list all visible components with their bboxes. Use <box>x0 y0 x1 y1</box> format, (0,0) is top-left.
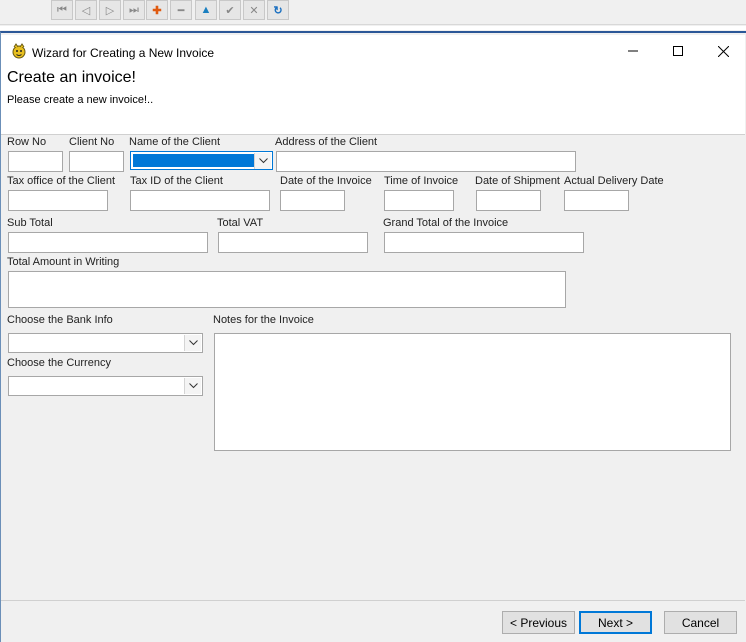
grand-total-label: Grand Total of the Invoice <box>383 217 509 229</box>
title-bar[interactable]: Wizard for Creating a New Invoice <box>1 35 745 65</box>
sub-total-label: Sub Total <box>7 217 53 229</box>
cancel-button[interactable]: Cancel <box>664 611 737 634</box>
invoice-time-label: Time of Invoice <box>384 175 459 187</box>
page-subtitle: Please create a new invoice!.. <box>7 94 154 106</box>
previous-record-icon[interactable]: ◁ <box>75 0 97 20</box>
delivery-date-input[interactable] <box>564 190 629 211</box>
total-vat-label: Total VAT <box>217 217 264 229</box>
confirm-icon[interactable]: ✔ <box>219 0 241 20</box>
client-name-label: Name of the Client <box>129 136 221 148</box>
minimize-button[interactable] <box>610 36 656 66</box>
first-record-icon[interactable]: ⏮ <box>51 0 73 20</box>
footer-divider <box>1 600 745 601</box>
add-record-icon[interactable]: ✚ <box>146 0 168 20</box>
total-vat-input[interactable] <box>218 232 368 253</box>
minimize-icon <box>628 50 638 52</box>
shipment-date-label: Date of Shipment <box>475 175 560 187</box>
app-icon <box>12 43 26 59</box>
row-no-input[interactable] <box>8 151 63 172</box>
invoice-date-label: Date of the Invoice <box>280 175 372 187</box>
client-name-selection <box>133 154 254 167</box>
cancel-edit-icon[interactable]: ✕ <box>243 0 265 20</box>
chevron-down-icon[interactable] <box>184 335 201 351</box>
invoice-time-input[interactable] <box>384 190 454 211</box>
move-up-icon[interactable]: ▲ <box>195 0 217 20</box>
amount-in-writing-input[interactable] <box>8 271 566 308</box>
client-address-label: Address of the Client <box>275 136 378 148</box>
chevron-down-icon[interactable] <box>254 153 271 169</box>
client-no-input[interactable] <box>69 151 124 172</box>
shipment-date-input[interactable] <box>476 190 541 211</box>
page-title: Create an invoice! <box>7 69 136 86</box>
window-title: Wizard for Creating a New Invoice <box>32 46 215 60</box>
close-button[interactable] <box>700 36 746 66</box>
amount-in-writing-label: Total Amount in Writing <box>7 256 120 268</box>
row-no-label: Row No <box>7 136 47 148</box>
parent-window-strip <box>0 26 746 30</box>
tax-office-input[interactable] <box>8 190 108 211</box>
close-icon <box>717 45 729 57</box>
client-name-select[interactable] <box>130 151 273 170</box>
next-button[interactable]: Next > <box>579 611 652 634</box>
delivery-date-label: Actual Delivery Date <box>564 175 664 187</box>
wizard-header: Create an invoice! Please create a new i… <box>1 65 745 135</box>
maximize-button[interactable] <box>655 36 701 66</box>
invoice-date-input[interactable] <box>280 190 345 211</box>
sub-total-input[interactable] <box>8 232 208 253</box>
bank-info-label: Choose the Bank Info <box>7 314 113 326</box>
bank-info-select[interactable] <box>8 333 203 353</box>
maximize-icon <box>673 46 683 56</box>
record-navigation-toolbar: ⏮ ◁ ▷ ⏭ ✚ ━ ▲ ✔ ✕ ↻ <box>0 0 746 25</box>
client-no-label: Client No <box>69 136 115 148</box>
tax-id-label: Tax ID of the Client <box>130 175 223 187</box>
tax-office-label: Tax office of the Client <box>7 175 116 187</box>
delete-record-icon[interactable]: ━ <box>170 0 192 20</box>
chevron-down-icon[interactable] <box>184 378 201 394</box>
notes-textarea[interactable] <box>214 333 731 451</box>
previous-button[interactable]: < Previous <box>502 611 575 634</box>
client-address-input[interactable] <box>276 151 576 172</box>
currency-label: Choose the Currency <box>7 357 111 369</box>
currency-select[interactable] <box>8 376 203 396</box>
refresh-icon[interactable]: ↻ <box>267 0 289 20</box>
tax-id-input[interactable] <box>130 190 270 211</box>
notes-label: Notes for the Invoice <box>213 314 314 326</box>
grand-total-input[interactable] <box>384 232 584 253</box>
wizard-window: Wizard for Creating a New Invoice Create… <box>0 31 746 642</box>
next-record-icon[interactable]: ▷ <box>99 0 121 20</box>
last-record-icon[interactable]: ⏭ <box>123 0 145 20</box>
